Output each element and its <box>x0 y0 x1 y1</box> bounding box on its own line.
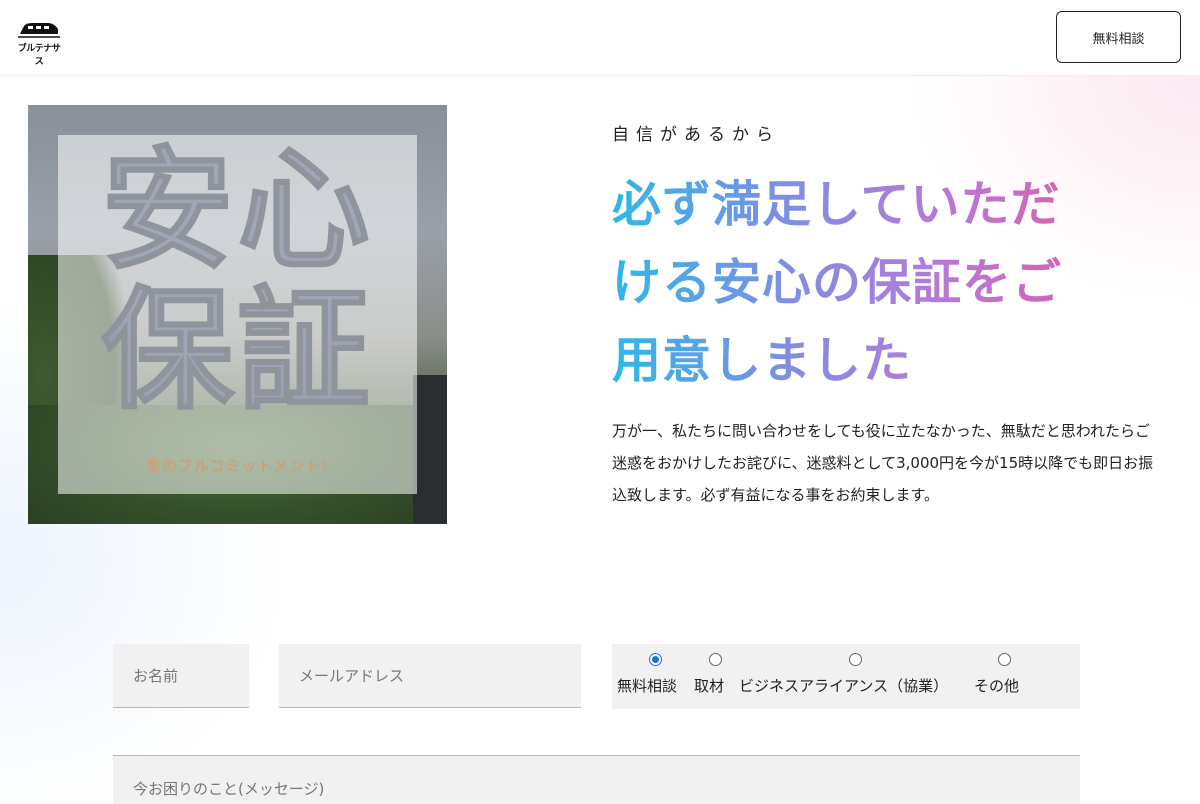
guarantee-card: 安心 保証 鬼のフルコミットメント! <box>58 135 417 494</box>
headline-line: ける安心の保証をご <box>612 254 1063 311</box>
card-title-line1: 安心 <box>101 134 374 288</box>
name-input[interactable]: お名前 <box>113 644 249 708</box>
card-subtitle: 鬼のフルコミットメント! <box>145 457 330 475</box>
radio-business-alliance[interactable] <box>849 653 862 666</box>
logo[interactable]: ブルテナサス <box>14 20 64 67</box>
free-consultation-button[interactable]: 無料相談 <box>1056 11 1181 63</box>
headline-line: 用意しました <box>612 332 913 389</box>
description-text: 万が一、私たちに問い合わせをしても役に立たなかった、無駄だと思われたらご迷惑をお… <box>612 422 1154 504</box>
building-silhouette <box>413 375 447 524</box>
card-title-line2: 保証 <box>101 274 374 428</box>
radio-interview[interactable] <box>709 653 722 666</box>
message-textarea[interactable]: 今お困りのこと(メッセージ) <box>113 755 1080 804</box>
headline: 必ず満足していただ ける安心の保証をご 用意しました <box>612 166 1132 400</box>
hero-image: 安心 保証 鬼のフルコミットメント! <box>28 105 447 524</box>
eyebrow-text: 自信があるから <box>612 125 780 145</box>
radio-label-interview: 取材 <box>694 677 725 695</box>
radio-label-other: その他 <box>974 677 1020 695</box>
logo-text: ブルテナサス <box>17 44 61 67</box>
train-logo-icon <box>18 23 60 38</box>
radio-label-business-alliance: ビジネスアライアンス（協業） <box>739 677 949 695</box>
site-header: ブルテナサス 無料相談 <box>0 0 1200 76</box>
radio-other[interactable] <box>998 653 1011 666</box>
radio-label-free-consultation: 無料相談 <box>617 677 678 695</box>
email-input[interactable]: メールアドレス <box>279 644 581 708</box>
radio-free-consultation[interactable] <box>649 653 662 666</box>
headline-line: 必ず満足していただ <box>612 176 1061 233</box>
inquiry-type-radio-group: 無料相談 取材 ビジネスアライアンス（協業） その他 <box>612 644 1080 709</box>
